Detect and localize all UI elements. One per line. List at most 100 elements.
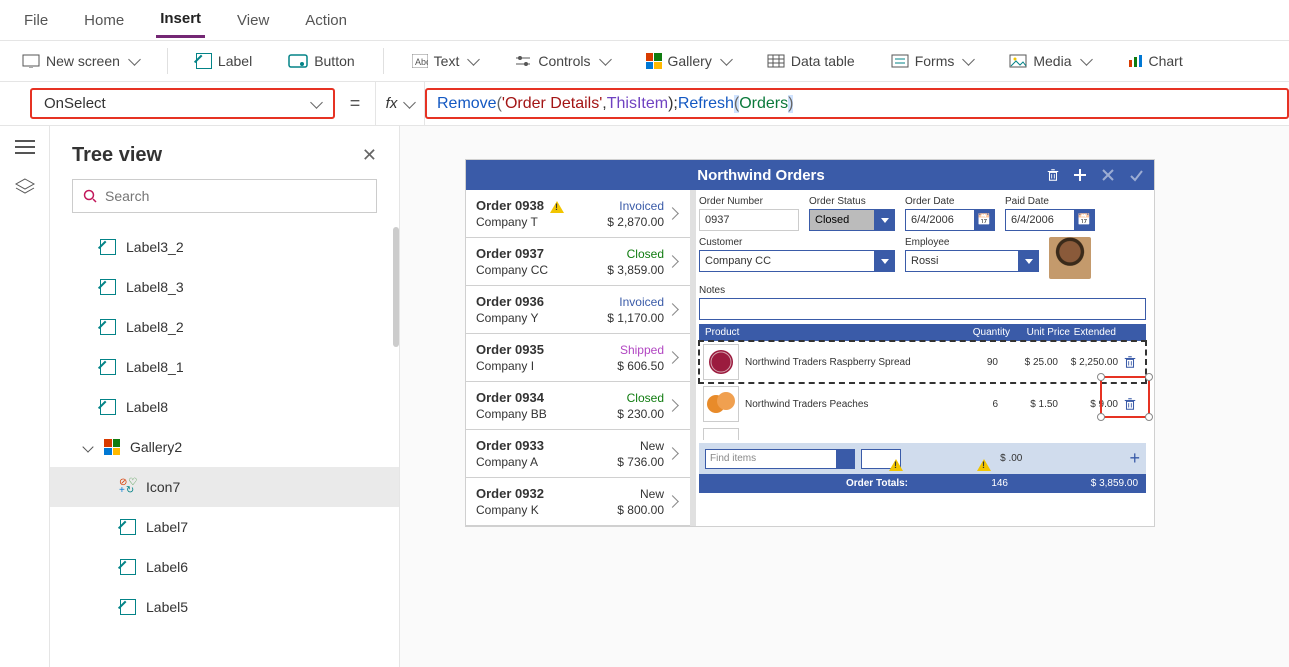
tree-item-label8-1[interactable]: Label8_1 — [50, 347, 399, 387]
formula-input[interactable]: Remove( 'Order Details', ThisItem ); Ref… — [425, 88, 1289, 119]
new-screen-label: New screen — [46, 53, 120, 69]
fx-button[interactable]: fx — [375, 82, 425, 125]
text-icon: Abc — [412, 54, 428, 68]
forms-icon — [891, 54, 909, 68]
data-table-button[interactable]: Data table — [759, 49, 863, 73]
new-screen-button[interactable]: New screen — [14, 49, 147, 73]
order-row[interactable]: Order 0936InvoicedCompany Y$ 1,170.00 — [466, 286, 690, 334]
tree-item-label8[interactable]: Label8 — [50, 387, 399, 427]
order-status: Closed — [594, 391, 664, 405]
field-label: Employee — [905, 237, 1039, 248]
text-button[interactable]: Abc Text — [404, 49, 487, 73]
warning-icon — [977, 459, 991, 471]
formula-token: Remove — [437, 95, 497, 113]
totals-qty: 146 — [948, 478, 1008, 489]
chevron-right-icon — [664, 305, 680, 314]
chart-icon — [1127, 54, 1143, 68]
tree-item-label8-2[interactable]: Label8_2 — [50, 307, 399, 347]
menu-action[interactable]: Action — [301, 4, 351, 37]
order-number: Order 0932 — [476, 486, 594, 501]
media-icon — [1009, 54, 1027, 68]
hamburger-icon[interactable] — [15, 140, 35, 154]
delete-line-button[interactable] — [1118, 397, 1142, 411]
menu-view[interactable]: View — [233, 4, 273, 37]
plus-icon[interactable]: + — [1129, 448, 1140, 469]
controls-button[interactable]: Controls — [506, 49, 617, 73]
media-button[interactable]: Media — [1001, 49, 1098, 73]
formula-bar: OnSelect = fx Remove( 'Order Details', T… — [0, 82, 1289, 126]
chevron-right-icon — [664, 257, 680, 266]
employee-select[interactable]: Rossi — [905, 250, 1039, 272]
property-name: OnSelect — [44, 95, 106, 112]
employee-avatar — [1049, 237, 1091, 279]
tree-item-label6[interactable]: Label6 — [50, 547, 399, 587]
paid-date-field[interactable]: 6/4/2006 — [1005, 209, 1095, 231]
forms-label: Forms — [915, 53, 955, 69]
tree-item-gallery2[interactable]: Gallery2 — [50, 427, 399, 467]
order-company: Company I — [476, 359, 594, 373]
chart-button[interactable]: Chart — [1119, 49, 1191, 73]
gallery-label: Gallery — [668, 53, 712, 69]
chevron-right-icon — [664, 401, 680, 410]
order-date-field[interactable]: 6/4/2006 — [905, 209, 995, 231]
label-icon — [100, 399, 116, 415]
order-status-select[interactable]: Closed — [809, 209, 895, 231]
order-amount: $ 1,170.00 — [594, 311, 664, 325]
check-icon[interactable] — [1128, 167, 1144, 183]
tree-item-label: Label3_2 — [126, 239, 184, 255]
customer-select[interactable]: Company CC — [699, 250, 895, 272]
order-row[interactable]: Order 0933NewCompany A$ 736.00 — [466, 430, 690, 478]
gallery-button[interactable]: Gallery — [638, 49, 739, 73]
delete-line-button[interactable] — [1118, 355, 1142, 369]
svg-text:Abc: Abc — [415, 57, 428, 67]
close-icon[interactable] — [1100, 167, 1116, 183]
text-label: Text — [434, 53, 460, 69]
order-row[interactable]: Order 0932NewCompany K$ 800.00 — [466, 478, 690, 526]
line-item-row[interactable]: Northwind Traders Peaches 6 $ 1.50 $ 9.0… — [699, 383, 1146, 425]
left-rail — [0, 126, 50, 667]
tree-item-icon7[interactable]: ⊘♡+↻Icon7 — [50, 467, 399, 507]
line-item-row[interactable]: Northwind Traders Raspberry Spread 90 $ … — [699, 341, 1146, 383]
order-row[interactable]: Order 0937ClosedCompany CC$ 3,859.00 — [466, 238, 690, 286]
order-status: Shipped — [594, 343, 664, 357]
label-button[interactable]: Label — [188, 49, 260, 73]
order-company: Company CC — [476, 263, 594, 277]
menu-file[interactable]: File — [20, 4, 52, 37]
property-selector[interactable]: OnSelect — [30, 88, 335, 119]
forms-button[interactable]: Forms — [883, 49, 982, 73]
button-icon — [288, 54, 308, 68]
tree-item-label5[interactable]: Label5 — [50, 587, 399, 627]
scrollbar-thumb[interactable] — [393, 227, 399, 347]
order-row[interactable]: Order 0934ClosedCompany BB$ 230.00 — [466, 382, 690, 430]
product-thumb — [703, 428, 739, 440]
order-row[interactable]: Order 0938InvoicedCompany T$ 2,870.00 — [466, 190, 690, 238]
formula-token: ); — [668, 95, 678, 113]
search-input[interactable] — [105, 188, 366, 204]
formula-token: 'Order Details' — [502, 95, 602, 113]
button-button[interactable]: Button — [280, 49, 362, 73]
tree-item-label: Label6 — [146, 559, 188, 575]
line-item-row[interactable] — [699, 425, 1146, 443]
plus-icon[interactable] — [1072, 167, 1088, 183]
find-items-select[interactable]: Find items — [705, 449, 855, 469]
field-label: Order Status — [809, 196, 895, 207]
layers-icon[interactable] — [15, 178, 35, 196]
tree-item-label8-3[interactable]: Label8_3 — [50, 267, 399, 307]
tree-search[interactable] — [72, 179, 377, 213]
menu-insert[interactable]: Insert — [156, 2, 205, 38]
order-row[interactable]: Order 0935ShippedCompany I$ 606.50 — [466, 334, 690, 382]
notes-field[interactable] — [699, 298, 1146, 320]
close-icon[interactable]: ✕ — [362, 145, 377, 166]
product-name: Northwind Traders Raspberry Spread — [745, 357, 938, 368]
icon-icon: ⊘♡+↻ — [120, 479, 136, 495]
ribbon-separator — [167, 48, 168, 74]
chevron-right-icon — [664, 209, 680, 218]
order-amount: $ 800.00 — [594, 503, 664, 517]
trash-icon[interactable] — [1046, 168, 1060, 182]
order-list: Order 0938InvoicedCompany T$ 2,870.00 Or… — [466, 190, 691, 526]
design-canvas[interactable]: Northwind Orders Order 0938InvoicedCompa… — [400, 126, 1289, 667]
tree-item-label7[interactable]: Label7 — [50, 507, 399, 547]
menu-home[interactable]: Home — [80, 4, 128, 37]
label-icon — [100, 279, 116, 295]
tree-item-label3-2[interactable]: Label3_2 — [50, 227, 399, 267]
